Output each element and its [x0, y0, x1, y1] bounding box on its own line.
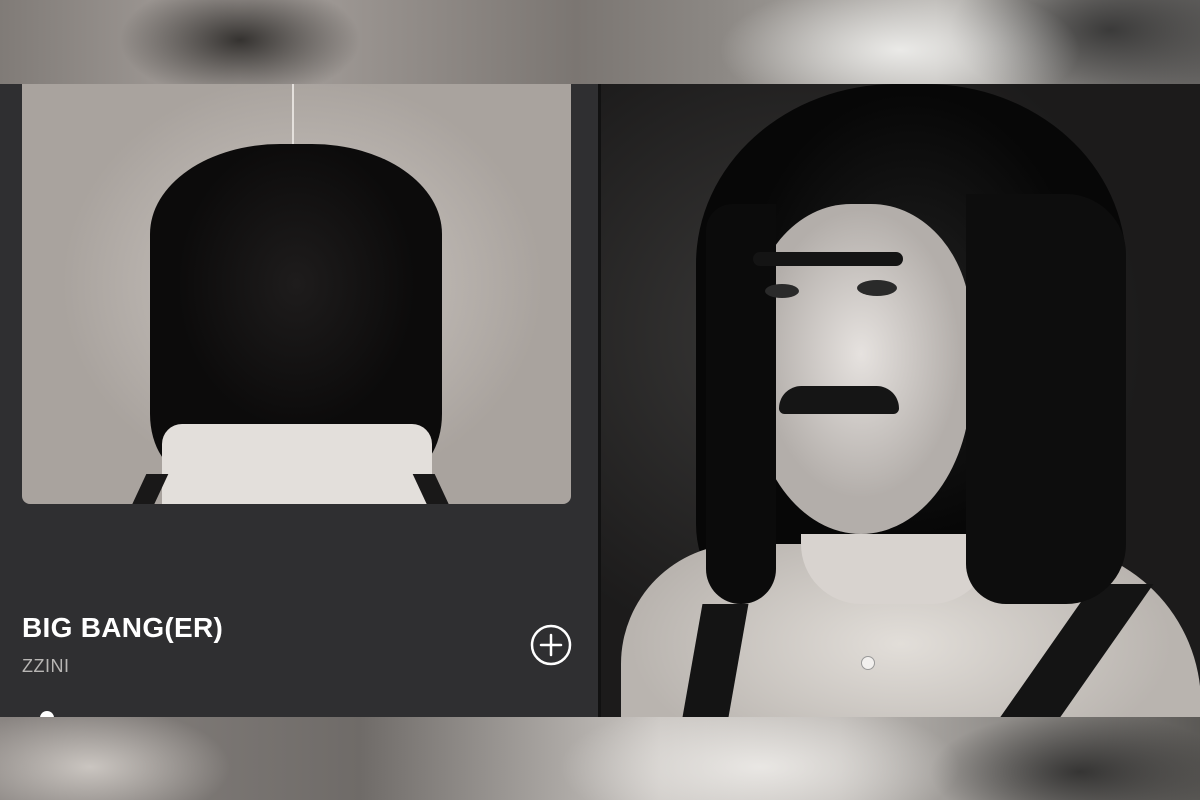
portrait-hair-right-side	[966, 194, 1126, 604]
artist-portrait-photo	[601, 84, 1200, 717]
screenshot-stage: BIG BANG(ER) ZZINI	[0, 0, 1200, 800]
portrait-eye-right	[857, 280, 897, 296]
blurred-background-bottom	[0, 717, 1200, 800]
portrait-eyebrow	[753, 252, 903, 266]
add-to-library-button[interactable]	[530, 624, 572, 666]
portrait-mustache	[779, 386, 899, 414]
plus-circle-icon	[530, 624, 572, 666]
blurred-background-top	[0, 0, 1200, 84]
album-art-cord	[292, 84, 294, 146]
portrait-eye-left	[765, 284, 799, 298]
album-art-shirt	[162, 424, 432, 504]
album-cover-art	[22, 84, 571, 504]
track-title: BIG BANG(ER)	[22, 612, 224, 643]
portrait-collar	[801, 534, 991, 604]
track-artist[interactable]: ZZINI	[22, 656, 70, 677]
music-player-panel: BIG BANG(ER) ZZINI	[0, 84, 598, 725]
portrait-shirt-button	[861, 656, 875, 670]
